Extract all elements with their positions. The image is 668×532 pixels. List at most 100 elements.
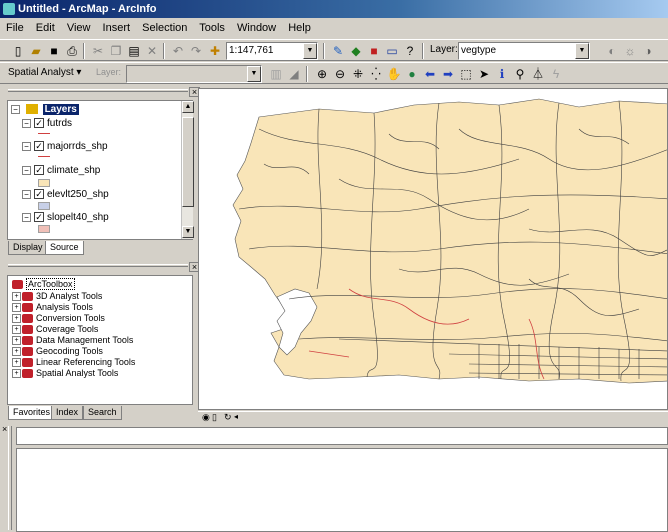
editor-toolbar-icon[interactable]: ✎ <box>330 43 346 59</box>
layer-visibility-checkbox[interactable]: ✓ <box>34 212 44 223</box>
expand-icon[interactable]: + <box>12 336 21 346</box>
map-scale-combo[interactable]: 1:147,761 ▼ <box>226 42 318 60</box>
select-elements-icon[interactable]: ➤ <box>476 66 492 82</box>
fixed-zoom-out-icon[interactable]: ⁛ <box>368 66 384 82</box>
expand-icon[interactable]: + <box>12 358 21 368</box>
menu-selection[interactable]: Selection <box>142 22 187 34</box>
arctoolbox-icon[interactable]: ■ <box>366 43 382 59</box>
cut-icon[interactable]: ✂ <box>90 43 106 59</box>
layer-visibility-checkbox[interactable]: ✓ <box>34 141 44 152</box>
menu-tools[interactable]: Tools <box>199 22 225 34</box>
close-icon[interactable]: × <box>2 424 7 434</box>
new-document-icon[interactable]: ▯ <box>10 43 26 59</box>
toolbox-item[interactable]: + Coverage Tools <box>12 324 98 335</box>
expand-icon[interactable]: + <box>12 325 21 335</box>
menu-help[interactable]: Help <box>288 22 311 34</box>
toolbox-item[interactable]: +3D Analyst Tools <box>12 291 102 302</box>
add-data-icon[interactable]: ✚ <box>207 43 223 59</box>
map-view[interactable] <box>198 88 668 410</box>
expand-icon[interactable]: + <box>12 292 21 302</box>
open-folder-icon[interactable]: ▰ <box>28 43 44 59</box>
expand-icon[interactable]: + <box>12 314 21 324</box>
menu-view[interactable]: View <box>67 22 91 34</box>
back-extent-icon[interactable]: ⬅ <box>422 66 438 82</box>
scroll-up-icon[interactable]: ▲ <box>182 101 194 113</box>
collapse-icon[interactable]: − <box>22 165 31 175</box>
hyperlink-icon[interactable]: ϟ <box>548 66 564 82</box>
refresh-icon[interactable]: ↻ <box>224 412 232 423</box>
command-line-icon[interactable]: ▭ <box>384 43 400 59</box>
layer-item[interactable]: − ✓ elevlt250_shp <box>22 189 109 200</box>
scroll-down-icon[interactable]: ▼ <box>182 226 194 238</box>
full-extent-icon[interactable]: ● <box>404 66 420 82</box>
expand-icon[interactable]: + <box>12 347 21 357</box>
spatial-analyst-menu[interactable]: Spatial Analyst ▾ <box>8 67 81 78</box>
histogram-icon[interactable]: ▥ <box>268 66 284 82</box>
menu-insert[interactable]: Insert <box>103 22 131 34</box>
copy-icon[interactable]: ❐ <box>108 43 124 59</box>
collapse-icon[interactable]: − <box>22 189 31 199</box>
layers-root-label[interactable]: Layers <box>42 104 79 115</box>
scroll-left-icon[interactable]: ◂ <box>234 412 238 421</box>
delete-icon[interactable]: ✕ <box>144 43 160 59</box>
zoom-in-icon[interactable]: ⊕ <box>314 66 330 82</box>
collapse-icon[interactable]: − <box>22 212 31 222</box>
command-grip[interactable] <box>8 426 12 530</box>
expand-icon[interactable]: + <box>12 303 21 313</box>
find-icon[interactable]: ⚲ <box>512 66 528 82</box>
collapse-icon[interactable]: − <box>11 104 20 114</box>
collapse-icon[interactable]: − <box>22 118 31 128</box>
tab-search[interactable]: Search <box>83 406 122 420</box>
select-features-icon[interactable]: ⬚ <box>458 66 474 82</box>
toolbox-item[interactable]: + Conversion Tools <box>12 313 105 324</box>
layer-visibility-checkbox[interactable]: ✓ <box>34 189 44 200</box>
tab-index[interactable]: Index <box>51 406 84 420</box>
toolbox-root[interactable]: ArcToolbox <box>12 278 75 290</box>
layer-select[interactable]: vegtype ▼ <box>458 42 590 60</box>
create-contour-icon[interactable]: ◢ <box>286 66 302 82</box>
zoom-out-icon[interactable]: ⊖ <box>332 66 348 82</box>
toc-scrollbar[interactable]: ▲ ▼ <box>181 101 194 239</box>
toolbox-grip[interactable] <box>8 264 188 267</box>
forward-extent-icon[interactable]: ➡ <box>440 66 456 82</box>
tab-favorites[interactable]: Favorites <box>8 406 56 420</box>
toolbox-item[interactable]: + Geocoding Tools <box>12 346 103 357</box>
data-view-icon[interactable]: ◉ <box>202 412 210 423</box>
contrast-icon[interactable]: ◐ <box>604 43 620 59</box>
toolbox-item[interactable]: + Linear Referencing Tools <box>12 357 135 368</box>
layer-item[interactable]: − ✓ slopelt40_shp <box>22 212 109 223</box>
print-icon[interactable]: ⎙ <box>64 43 80 59</box>
fixed-zoom-in-icon[interactable]: ⁜ <box>350 66 366 82</box>
command-input[interactable] <box>16 427 668 445</box>
layer-item[interactable]: − ✓ climate_shp <box>22 165 100 176</box>
spatial-layer-select[interactable]: ▼ <box>126 65 262 83</box>
identify-icon[interactable]: ℹ <box>494 66 510 82</box>
transparency-icon[interactable]: ◑ <box>640 43 656 59</box>
layer-visibility-checkbox[interactable]: ✓ <box>34 165 44 176</box>
command-output[interactable] <box>16 448 668 532</box>
toolbox-item[interactable]: + Spatial Analyst Tools <box>12 368 118 379</box>
tab-source[interactable]: Source <box>45 241 84 255</box>
brightness-icon[interactable]: ☼ <box>622 43 638 59</box>
tab-display[interactable]: Display <box>8 241 48 255</box>
scroll-thumb[interactable] <box>182 117 194 207</box>
arccatalog-icon[interactable]: ◆ <box>348 43 364 59</box>
undo-icon[interactable]: ↶ <box>170 43 186 59</box>
collapse-icon[interactable]: − <box>22 141 31 151</box>
layer-visibility-checkbox[interactable]: ✓ <box>34 118 44 129</box>
layer-item[interactable]: − ✓ majorrds_shp <box>22 141 108 152</box>
measure-icon[interactable]: ⏃ <box>530 66 546 82</box>
redo-icon[interactable]: ↷ <box>188 43 204 59</box>
chevron-down-icon[interactable]: ▼ <box>575 43 589 59</box>
toolbox-item[interactable]: + Analysis Tools <box>12 302 93 313</box>
toolbox-item[interactable]: + Data Management Tools <box>12 335 133 346</box>
menu-window[interactable]: Window <box>237 22 276 34</box>
chevron-down-icon[interactable]: ▼ <box>303 43 317 59</box>
map-canvas[interactable] <box>199 89 668 410</box>
save-icon[interactable]: ■ <box>46 43 62 59</box>
toc-grip[interactable] <box>8 89 188 92</box>
layout-view-icon[interactable]: ▯ <box>212 412 217 423</box>
whats-this-icon[interactable]: ? <box>402 43 418 59</box>
menu-file[interactable]: File <box>6 22 24 34</box>
expand-icon[interactable]: + <box>12 369 21 379</box>
